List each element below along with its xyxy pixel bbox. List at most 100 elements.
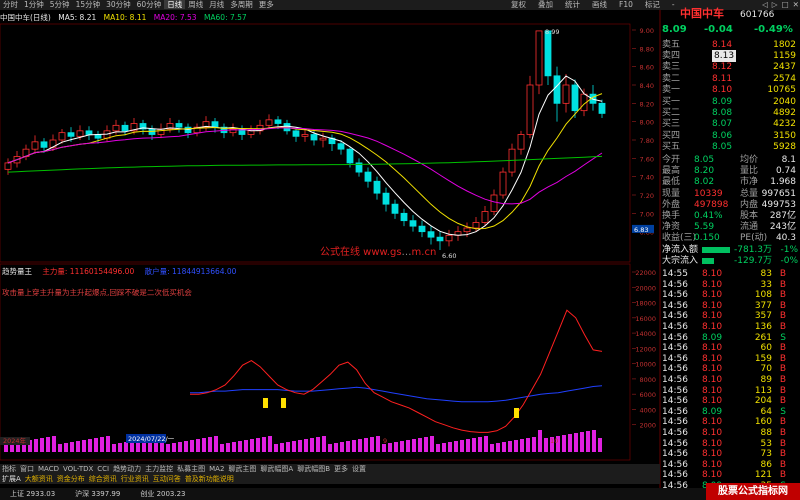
ask-1-vol: 1159 xyxy=(773,51,796,62)
volume-bar-89 xyxy=(538,430,542,452)
candle-20 xyxy=(184,123,192,139)
site-watermark: 股票公式指标网 xyxy=(706,483,800,500)
volume-bar-20 xyxy=(124,442,128,452)
volume-bar-86 xyxy=(520,439,524,452)
bid-3[interactable]: 买四 8.06 3150 xyxy=(660,130,800,142)
candle-55 xyxy=(499,167,507,199)
price-change: -0.04 xyxy=(704,24,733,35)
bid-1-price: 8.08 xyxy=(712,108,733,119)
indicator-name: 趋势量王 xyxy=(2,267,32,276)
ask-2[interactable]: 卖三 8.12 2437 xyxy=(660,61,800,73)
volume-bar-85 xyxy=(514,440,518,452)
volume-bar-84 xyxy=(508,441,512,452)
price-row: 8.09 -0.04 -0.49% xyxy=(660,24,800,36)
ask-3-label: 卖二 xyxy=(662,73,681,84)
stat-label-a-2: 最低 xyxy=(662,177,681,188)
stat-label-b-1: 量比 xyxy=(740,166,759,177)
indicator-tab-11[interactable]: 聊武幅图B xyxy=(295,465,332,473)
indicator-tab-13[interactable]: 设置 xyxy=(350,465,368,473)
volume-bar-62 xyxy=(376,436,380,452)
volume-bar-11 xyxy=(70,442,74,452)
volume-bar-19 xyxy=(118,443,122,452)
bid-1[interactable]: 买二 8.08 4892 xyxy=(660,107,800,119)
month-10: 10 xyxy=(550,437,558,445)
volume-bar-56 xyxy=(340,442,344,452)
volume-bar-37 xyxy=(226,443,230,452)
bid-4[interactable]: 买五 8.05 5928 xyxy=(660,141,800,153)
indicator-tab-2[interactable]: MACD xyxy=(36,465,61,473)
volume-bar-88 xyxy=(532,437,536,452)
info-tab-1[interactable]: 大额资讯 xyxy=(23,475,55,483)
candle-41 xyxy=(373,176,381,200)
candle-62 xyxy=(562,74,570,113)
volume-bar-30 xyxy=(184,441,188,452)
bid-0[interactable]: 买一 8.09 2040 xyxy=(660,96,800,108)
candle-47 xyxy=(427,226,435,245)
flow-label-1: 大宗流入 xyxy=(662,255,699,266)
price-tick-label-2: 8.60 xyxy=(640,64,654,72)
stat-value-a-2: 8.02 xyxy=(694,177,715,188)
indicator-tab-12[interactable]: 更多 xyxy=(332,465,350,473)
volume-bar-63 xyxy=(382,444,386,452)
info-tab-6[interactable]: 普及新功能说明 xyxy=(183,475,236,483)
indicator-tab-10[interactable]: 聊武幅图A xyxy=(258,465,295,473)
indicator-tab-8[interactable]: MA2 xyxy=(207,465,226,473)
bid-3-vol: 3150 xyxy=(773,130,796,141)
ask-0[interactable]: 卖五 8.14 1802 xyxy=(660,39,800,51)
stat-row-3: 现量 10339 总量 997651 xyxy=(660,188,800,200)
info-tabs: 扩展A 大额资讯 资金分布 综合资讯 行业资讯 互动问答 普及新功能说明 xyxy=(0,474,660,484)
indicator-tab-1[interactable]: 窗口 xyxy=(18,465,36,473)
ind-tick-label-0: 22000 xyxy=(635,269,656,277)
stat-value-b-7: 40.3 xyxy=(775,233,796,244)
volume-bar-17 xyxy=(106,436,110,452)
ind-tick-label-7: 8000 xyxy=(639,376,656,384)
ask-4[interactable]: 卖一 8.10 10765 xyxy=(660,84,800,96)
stat-label-a-6: 净资 xyxy=(662,222,681,233)
indicator-red-line xyxy=(190,309,603,433)
candle-33 xyxy=(301,129,309,142)
index-quote-2[interactable]: 创业 2003.23 xyxy=(130,490,195,498)
ind-tick-label-4: 14000 xyxy=(635,330,656,338)
info-tab-4[interactable]: 行业资讯 xyxy=(119,475,151,483)
index-quote-0[interactable]: 上证 2933.03 xyxy=(0,490,65,498)
info-tab-2[interactable]: 资金分布 xyxy=(55,475,87,483)
ind-tick-label-6: 10000 xyxy=(635,361,656,369)
volume-bar-59 xyxy=(358,439,362,452)
high-label: 8.99 xyxy=(545,28,559,36)
bid-0-label: 买一 xyxy=(662,97,681,107)
indicator-tab-7[interactable]: 私募主图 xyxy=(175,465,207,473)
bid-1-label: 买二 xyxy=(662,108,681,119)
price-tick-label-7: 7.60 xyxy=(640,155,654,163)
info-tab-5[interactable]: 互动问答 xyxy=(151,475,183,483)
indicator-tab-0[interactable]: 指标 xyxy=(0,465,18,473)
stat-label-a-3: 现量 xyxy=(662,188,681,199)
indicator-tab-4[interactable]: CCI xyxy=(95,465,111,473)
quote-title: 中国中车 601766 xyxy=(660,8,800,22)
info-tab-0[interactable]: 扩展A xyxy=(0,475,23,483)
volume-bar-42 xyxy=(256,438,260,452)
volume-bar-67 xyxy=(406,440,410,452)
flow-value-0: -781.3万 xyxy=(734,244,773,255)
candle-49 xyxy=(445,229,453,247)
info-tab-3[interactable]: 综合资讯 xyxy=(87,475,119,483)
volume-bar-74 xyxy=(448,442,452,452)
ask-3[interactable]: 卖二 8.11 2574 xyxy=(660,73,800,85)
indicator-tab-5[interactable]: 趋势动力 xyxy=(111,465,143,473)
price-tick-label-9: 7.20 xyxy=(640,192,654,200)
ask-1[interactable]: 卖四 8.13 1159 xyxy=(660,50,800,63)
status-bar: 上证 2933.03 沪深 3397.99 创业 2003.23 xyxy=(0,488,800,500)
indicator-tab-9[interactable]: 聊武主图 xyxy=(226,465,258,473)
stat-value-b-0: 8.1 xyxy=(781,155,796,165)
bid-2[interactable]: 买三 8.07 4232 xyxy=(660,118,800,130)
bid-0-price: 8.09 xyxy=(712,97,733,107)
indicator-blue-line xyxy=(190,385,603,403)
indicator-tab-6[interactable]: 主力监控 xyxy=(143,465,175,473)
indicator-tab-3[interactable]: VOL-TDX xyxy=(61,465,95,473)
index-quote-1[interactable]: 沪深 3397.99 xyxy=(65,490,130,498)
volume-bar-60 xyxy=(364,438,368,452)
volume-bar-68 xyxy=(412,439,416,452)
candle-59 xyxy=(535,30,543,95)
trading-app: 分时 1分钟 5分钟 15分钟 30分钟 60分钟 日线 周线 月线 多周期 更多 复权 叠加 统计 画线 F… xyxy=(0,0,800,500)
ask-2-label: 卖三 xyxy=(662,62,681,73)
stat-label-b-5: 股本 xyxy=(740,211,759,221)
